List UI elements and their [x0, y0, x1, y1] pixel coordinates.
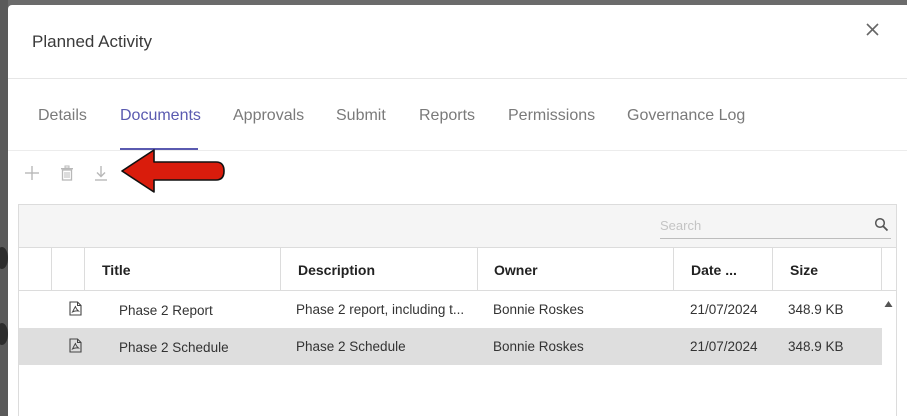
row-owner: Bonnie Roskes	[493, 302, 584, 317]
table-row[interactable]: Phase 2 Schedule Phase 2 Schedule Bonnie…	[19, 328, 882, 365]
grid-header-row: Title Description Owner Date ... Size	[19, 248, 896, 291]
documents-grid: Title Description Owner Date ... Size Ph…	[18, 204, 897, 416]
column-header-description[interactable]: Description	[281, 248, 478, 290]
pdf-file-icon	[69, 301, 82, 316]
column-date-label: Date ...	[691, 262, 737, 278]
plus-icon	[25, 166, 39, 180]
tab-approvals[interactable]: Approvals	[233, 107, 304, 125]
pdf-file-icon	[69, 338, 82, 353]
column-header-owner[interactable]: Owner	[478, 248, 674, 290]
row-description: Phase 2 Schedule	[296, 339, 406, 354]
column-description-label: Description	[298, 262, 376, 278]
tab-permissions[interactable]: Permissions	[508, 107, 595, 125]
backdrop-element	[0, 247, 8, 269]
row-date: 21/07/2024	[690, 302, 758, 317]
column-header-title[interactable]: Title	[85, 248, 281, 290]
row-description: Phase 2 report, including t...	[296, 302, 465, 317]
search-input[interactable]	[660, 214, 865, 236]
close-icon	[866, 23, 879, 36]
column-header-date[interactable]: Date ...	[674, 248, 773, 290]
row-size: 348.9 KB	[788, 339, 844, 354]
tab-reports[interactable]: Reports	[419, 107, 475, 125]
column-header-size[interactable]: Size	[773, 248, 882, 290]
add-document-button[interactable]	[21, 162, 43, 184]
tab-submit[interactable]: Submit	[336, 107, 386, 125]
tab-documents[interactable]: Documents	[120, 107, 201, 125]
search-box	[660, 212, 891, 239]
dialog-header: Planned Activity	[8, 5, 907, 79]
column-header-select[interactable]	[19, 248, 52, 290]
row-size: 348.9 KB	[788, 302, 844, 317]
row-owner: Bonnie Roskes	[493, 339, 584, 354]
row-title: Phase 2 Report	[119, 303, 213, 318]
trash-icon	[61, 165, 73, 181]
search-icon[interactable]	[874, 217, 889, 232]
column-owner-label: Owner	[494, 262, 538, 278]
column-size-label: Size	[790, 262, 819, 278]
red-arrow-annotation	[121, 149, 225, 193]
close-button[interactable]	[862, 19, 884, 41]
tab-details[interactable]: Details	[38, 107, 87, 125]
column-title-label: Title	[102, 262, 131, 278]
grid-toolbar	[19, 205, 896, 248]
column-header-type[interactable]	[52, 248, 85, 290]
tab-governance-log[interactable]: Governance Log	[627, 107, 745, 125]
backdrop	[0, 0, 8, 416]
delete-document-button[interactable]	[56, 162, 78, 184]
table-row[interactable]: Phase 2 Report Phase 2 report, including…	[19, 291, 882, 328]
planned-activity-dialog: Planned Activity Details Documents Appro…	[8, 5, 907, 416]
scroll-up-arrow-icon[interactable]	[884, 300, 893, 308]
backdrop-element	[0, 323, 8, 345]
row-title: Phase 2 Schedule	[119, 340, 229, 355]
dialog-title: Planned Activity	[32, 32, 153, 51]
tab-bar: Details Documents Approvals Submit Repor…	[8, 80, 907, 151]
download-document-button[interactable]	[90, 162, 112, 184]
row-date: 21/07/2024	[690, 339, 758, 354]
download-icon	[95, 166, 107, 181]
